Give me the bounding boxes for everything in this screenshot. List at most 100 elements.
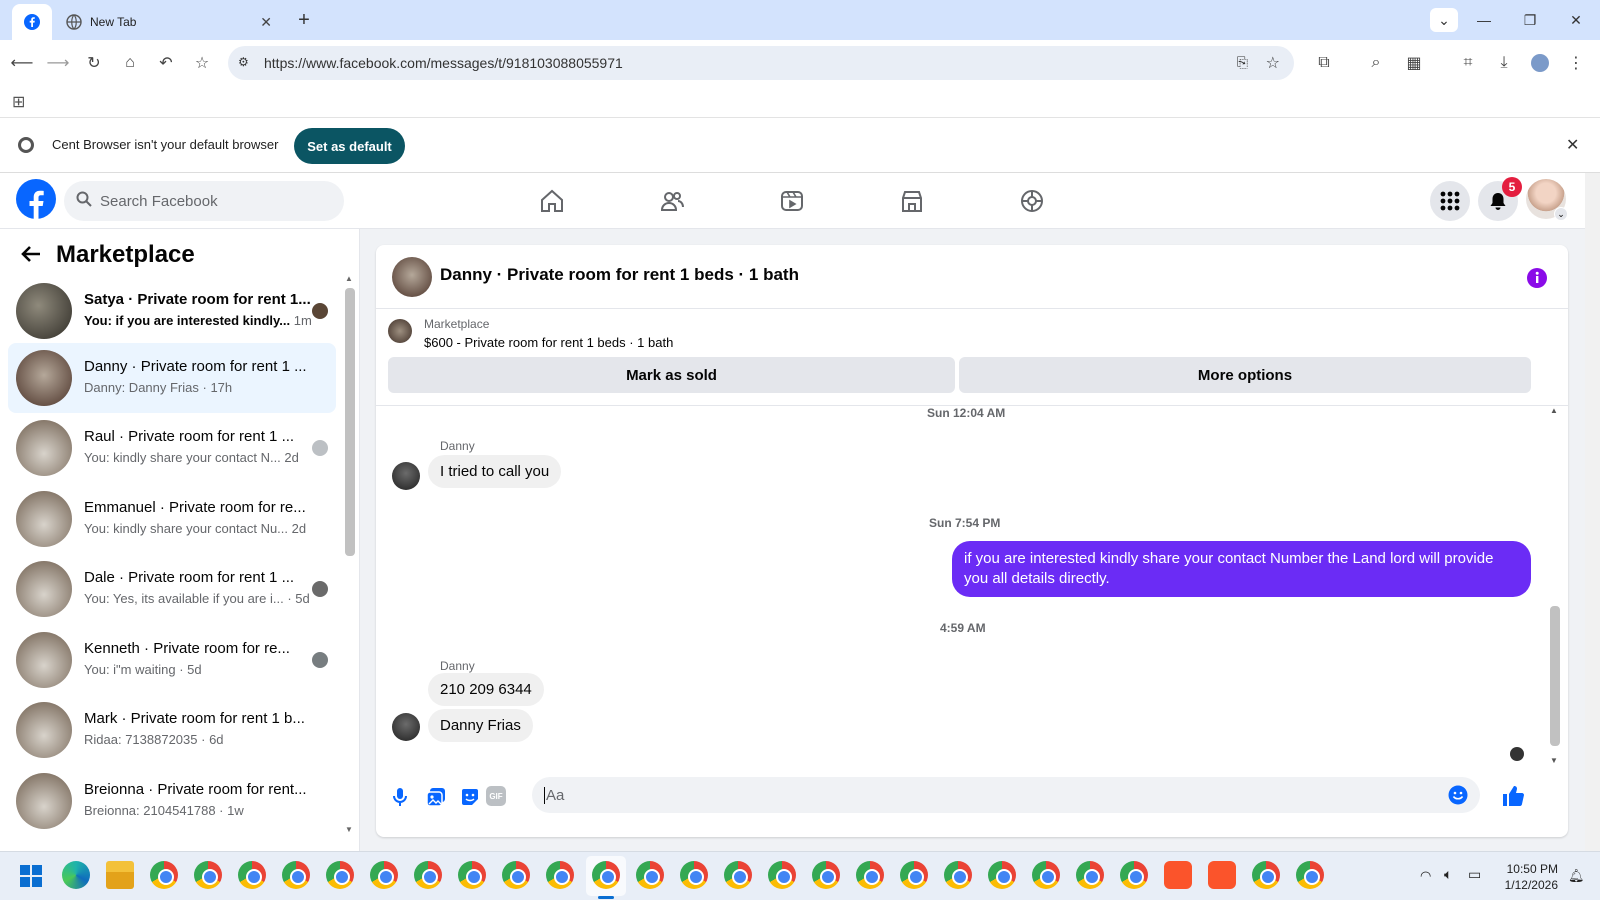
scroll-down-arrow[interactable]: ▼ (1550, 756, 1558, 765)
conversation-item[interactable]: Mark · Private room for rent 1 b... Rida… (8, 695, 336, 765)
chrome-icon[interactable] (724, 861, 752, 889)
more-options-button[interactable]: More options (959, 357, 1531, 393)
back-button[interactable]: ⟵ (8, 49, 36, 77)
conversation-item[interactable]: Dale · Private room for rent 1 ... You: … (8, 554, 336, 624)
extensions-button[interactable]: ⧉ (1310, 49, 1338, 77)
chrome-icon[interactable] (1296, 861, 1324, 889)
chrome-icon-active[interactable] (592, 861, 620, 889)
nav-gaming[interactable] (1016, 185, 1048, 217)
account-avatar[interactable]: ⌄ (1526, 179, 1568, 221)
tab-search-button[interactable]: ⌄ (1430, 8, 1458, 32)
wifi-icon[interactable]: ◠ (1420, 868, 1431, 884)
conversation-item[interactable]: Emmanuel · Private room for re... You: k… (8, 484, 336, 554)
chrome-icon[interactable] (900, 861, 928, 889)
menu-button[interactable]: ⋮ (1562, 49, 1590, 77)
chrome-icon[interactable] (812, 861, 840, 889)
tab-facebook[interactable] (12, 4, 52, 40)
conversation-item[interactable]: Kenneth · Private room for re... You: i"… (8, 625, 336, 695)
windows-start-icon[interactable] (20, 865, 42, 887)
chrome-icon[interactable] (856, 861, 884, 889)
facebook-search-input[interactable]: Search Facebook (64, 181, 344, 221)
nav-marketplace[interactable] (896, 185, 928, 217)
chrome-icon[interactable] (194, 861, 222, 889)
info-icon[interactable] (1526, 267, 1548, 289)
tab-new-tab[interactable]: New Tab ✕ (56, 4, 282, 40)
notification-bell-icon[interactable]: 🔔︎ (1568, 868, 1585, 884)
page-scrollbar[interactable] (1585, 173, 1600, 851)
chrome-icon[interactable] (326, 861, 354, 889)
chat-list-scrollbar[interactable]: ▲ ▼ (345, 274, 355, 834)
file-explorer-icon[interactable] (106, 861, 134, 889)
chrome-icon[interactable] (238, 861, 266, 889)
chrome-icon[interactable] (546, 861, 574, 889)
site-info-icon[interactable]: ⚙ (238, 55, 249, 69)
bookmark-page-icon[interactable]: ☆ (1266, 53, 1280, 73)
chrome-icon[interactable] (1120, 861, 1148, 889)
chrome-icon[interactable] (502, 861, 530, 889)
facebook-logo[interactable] (16, 179, 56, 219)
address-bar[interactable]: ⚙ https://www.facebook.com/messages/t/91… (228, 46, 1294, 80)
scroll-down-arrow[interactable]: ▼ (345, 825, 353, 834)
close-window-button[interactable]: ✕ (1562, 8, 1590, 32)
conversation-item[interactable]: Raul · Private room for rent 1 ... You: … (8, 413, 336, 483)
listing-summary[interactable]: $600 - Private room for rent 1 beds · 1 … (424, 335, 673, 350)
scroll-up-arrow[interactable]: ▲ (1550, 406, 1558, 415)
install-app-icon[interactable]: ⎘ (1237, 54, 1248, 71)
conversation-item[interactable]: Satya · Private room for rent 1... You: … (8, 276, 336, 346)
system-clock[interactable]: 10:50 PM 1/12/2026 (1505, 861, 1558, 893)
apps-grid-icon[interactable]: ⊞ (12, 92, 25, 112)
notifications-button[interactable]: 5 (1478, 177, 1522, 221)
close-tab-icon[interactable]: ✕ (260, 14, 272, 31)
close-infobar-icon[interactable]: ✕ (1566, 135, 1579, 155)
brave-icon[interactable] (1208, 861, 1236, 889)
nav-friends[interactable] (656, 185, 688, 217)
new-tab-button[interactable]: + (290, 8, 318, 32)
chrome-icon[interactable] (944, 861, 972, 889)
bookmark-star-button[interactable]: ☆ (188, 49, 216, 77)
edge-icon[interactable] (62, 861, 90, 889)
reload-button[interactable]: ↻ (80, 49, 108, 77)
undo-close-button[interactable]: ↶ (152, 49, 180, 77)
nav-home[interactable] (536, 185, 568, 217)
emoji-icon[interactable] (1448, 785, 1468, 805)
mark-as-sold-button[interactable]: Mark as sold (388, 357, 955, 393)
thumbs-up-icon[interactable] (1502, 785, 1524, 807)
crop-button[interactable]: ⌗ (1454, 49, 1482, 77)
chrome-icon[interactable] (1032, 861, 1060, 889)
zoom-button[interactable]: ⌕ (1362, 49, 1390, 77)
chrome-icon[interactable] (680, 861, 708, 889)
downloads-button[interactable]: ⤓ (1490, 49, 1518, 77)
chrome-icon[interactable] (636, 861, 664, 889)
conversation-item-selected[interactable]: Danny · Private room for rent 1 ... Dann… (8, 343, 336, 413)
menu-grid-button[interactable] (1430, 181, 1470, 221)
minimize-button[interactable]: — (1470, 8, 1498, 32)
microphone-icon[interactable] (392, 787, 408, 807)
restore-button[interactable]: ❐ (1516, 8, 1544, 32)
gif-icon[interactable]: GIF (486, 786, 506, 806)
sender-avatar[interactable] (392, 462, 420, 490)
incoming-message[interactable]: I tried to call you (428, 455, 562, 488)
volume-icon[interactable]: 🔈︎ (1444, 866, 1452, 883)
incoming-message[interactable]: 210 209 6344 (428, 673, 544, 706)
thread-scrollbar[interactable]: ▲ ▼ (1550, 406, 1560, 765)
forward-button[interactable]: ⟶ (44, 49, 72, 77)
brave-icon[interactable] (1164, 861, 1192, 889)
chrome-icon[interactable] (150, 861, 178, 889)
conversation-item[interactable]: Breionna · Private room for rent... Brei… (8, 766, 336, 836)
qr-button[interactable]: ▦ (1400, 49, 1428, 77)
chat-title[interactable]: Danny · Private room for rent 1 beds · 1… (440, 265, 799, 285)
sticker-icon[interactable] (460, 787, 480, 807)
chrome-icon[interactable] (1076, 861, 1104, 889)
chrome-icon[interactable] (282, 861, 310, 889)
chrome-icon[interactable] (458, 861, 486, 889)
scroll-thumb[interactable] (345, 288, 355, 556)
incoming-message[interactable]: Danny Frias (428, 709, 533, 742)
home-button[interactable]: ⌂ (116, 49, 144, 77)
listing-thumbnail[interactable] (388, 319, 412, 343)
chat-avatar[interactable] (392, 257, 432, 297)
nav-video[interactable] (776, 185, 808, 217)
chrome-icon[interactable] (1252, 861, 1280, 889)
profile-button[interactable] (1526, 49, 1554, 77)
chrome-icon[interactable] (768, 861, 796, 889)
chrome-icon[interactable] (988, 861, 1016, 889)
